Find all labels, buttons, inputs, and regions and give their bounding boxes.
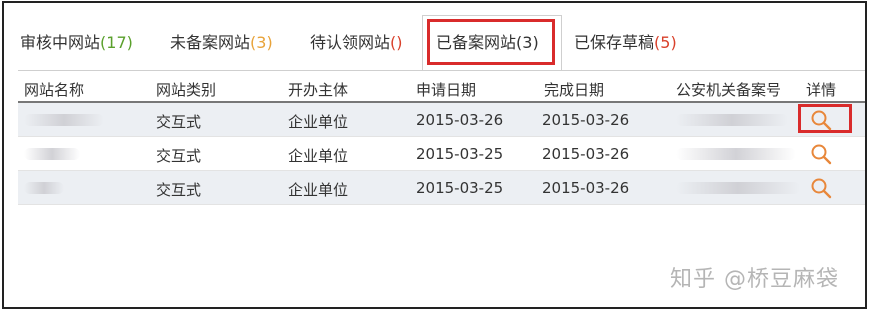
redacted-site-name [24, 148, 80, 160]
watermark-text: 知乎 @桥豆麻袋 [670, 267, 839, 292]
cell-apply-date: 2015-03-25 [416, 179, 504, 197]
tab-pending-claim[interactable]: 待认领网站() [310, 29, 403, 55]
tab-unfiled[interactable]: 未备案网站(3) [170, 29, 273, 55]
cell-subject: 企业单位 [288, 113, 349, 131]
redacted-site-name [24, 182, 64, 194]
tab-saved-drafts[interactable]: 已保存草稿(5) [574, 29, 677, 55]
header-police-no: 公安机关备案号 [676, 81, 782, 99]
app-window: 审核中网站(17) 未备案网站(3) 待认领网站() 已备案网站(3) 已保存草… [2, 1, 867, 309]
redacted-police-no [676, 148, 796, 160]
header-site-type: 网站类别 [156, 81, 217, 99]
cell-complete-date: 2015-03-26 [542, 179, 630, 197]
sites-table: 网站名称 网站类别 开办主体 申请日期 完成日期 公安机关备案号 详情 交互式 … [18, 73, 865, 205]
header-complete-date: 完成日期 [544, 81, 605, 99]
tab-count: (5) [654, 33, 677, 52]
tab-divider [18, 70, 865, 71]
tab-count: (17) [100, 33, 133, 52]
search-icon[interactable] [808, 141, 834, 167]
tab-label: 未备案网站 [170, 33, 251, 52]
tab-bar: 审核中网站(17) 未备案网站(3) 待认领网站() 已备案网站(3) 已保存草… [4, 3, 865, 71]
table-header: 网站名称 网站类别 开办主体 申请日期 完成日期 公安机关备案号 详情 [18, 73, 865, 103]
tab-label: 待认领网站 [310, 33, 391, 52]
header-apply-date: 申请日期 [416, 81, 477, 99]
tab-count: () [390, 33, 403, 52]
cell-apply-date: 2015-03-26 [416, 111, 504, 129]
tab-under-review[interactable]: 审核中网站(17) [20, 29, 133, 55]
header-detail: 详情 [806, 81, 837, 99]
redacted-site-name [24, 114, 104, 126]
cell-complete-date: 2015-03-26 [542, 111, 630, 129]
tab-label: 已保存草稿 [574, 33, 655, 52]
table-row: 交互式 企业单位 2015-03-25 2015-03-26 [18, 171, 865, 205]
cell-complete-date: 2015-03-26 [542, 145, 630, 163]
search-icon[interactable] [808, 175, 834, 201]
redacted-police-no [676, 114, 788, 126]
header-subject: 开办主体 [288, 81, 349, 99]
search-icon[interactable] [808, 107, 834, 133]
cell-subject: 企业单位 [288, 147, 349, 165]
tab-label: 审核中网站 [20, 33, 101, 52]
tab-count: (3) [250, 33, 273, 52]
redacted-police-no [676, 182, 800, 194]
header-site-name: 网站名称 [24, 81, 85, 99]
tab-highlight-box [427, 19, 555, 65]
table-row: 交互式 企业单位 2015-03-25 2015-03-26 [18, 137, 865, 171]
table-row: 交互式 企业单位 2015-03-26 2015-03-26 [18, 103, 865, 137]
cell-site-type: 交互式 [156, 113, 202, 131]
cell-subject: 企业单位 [288, 181, 349, 199]
cell-apply-date: 2015-03-25 [416, 145, 504, 163]
cell-site-type: 交互式 [156, 147, 202, 165]
cell-site-type: 交互式 [156, 181, 202, 199]
